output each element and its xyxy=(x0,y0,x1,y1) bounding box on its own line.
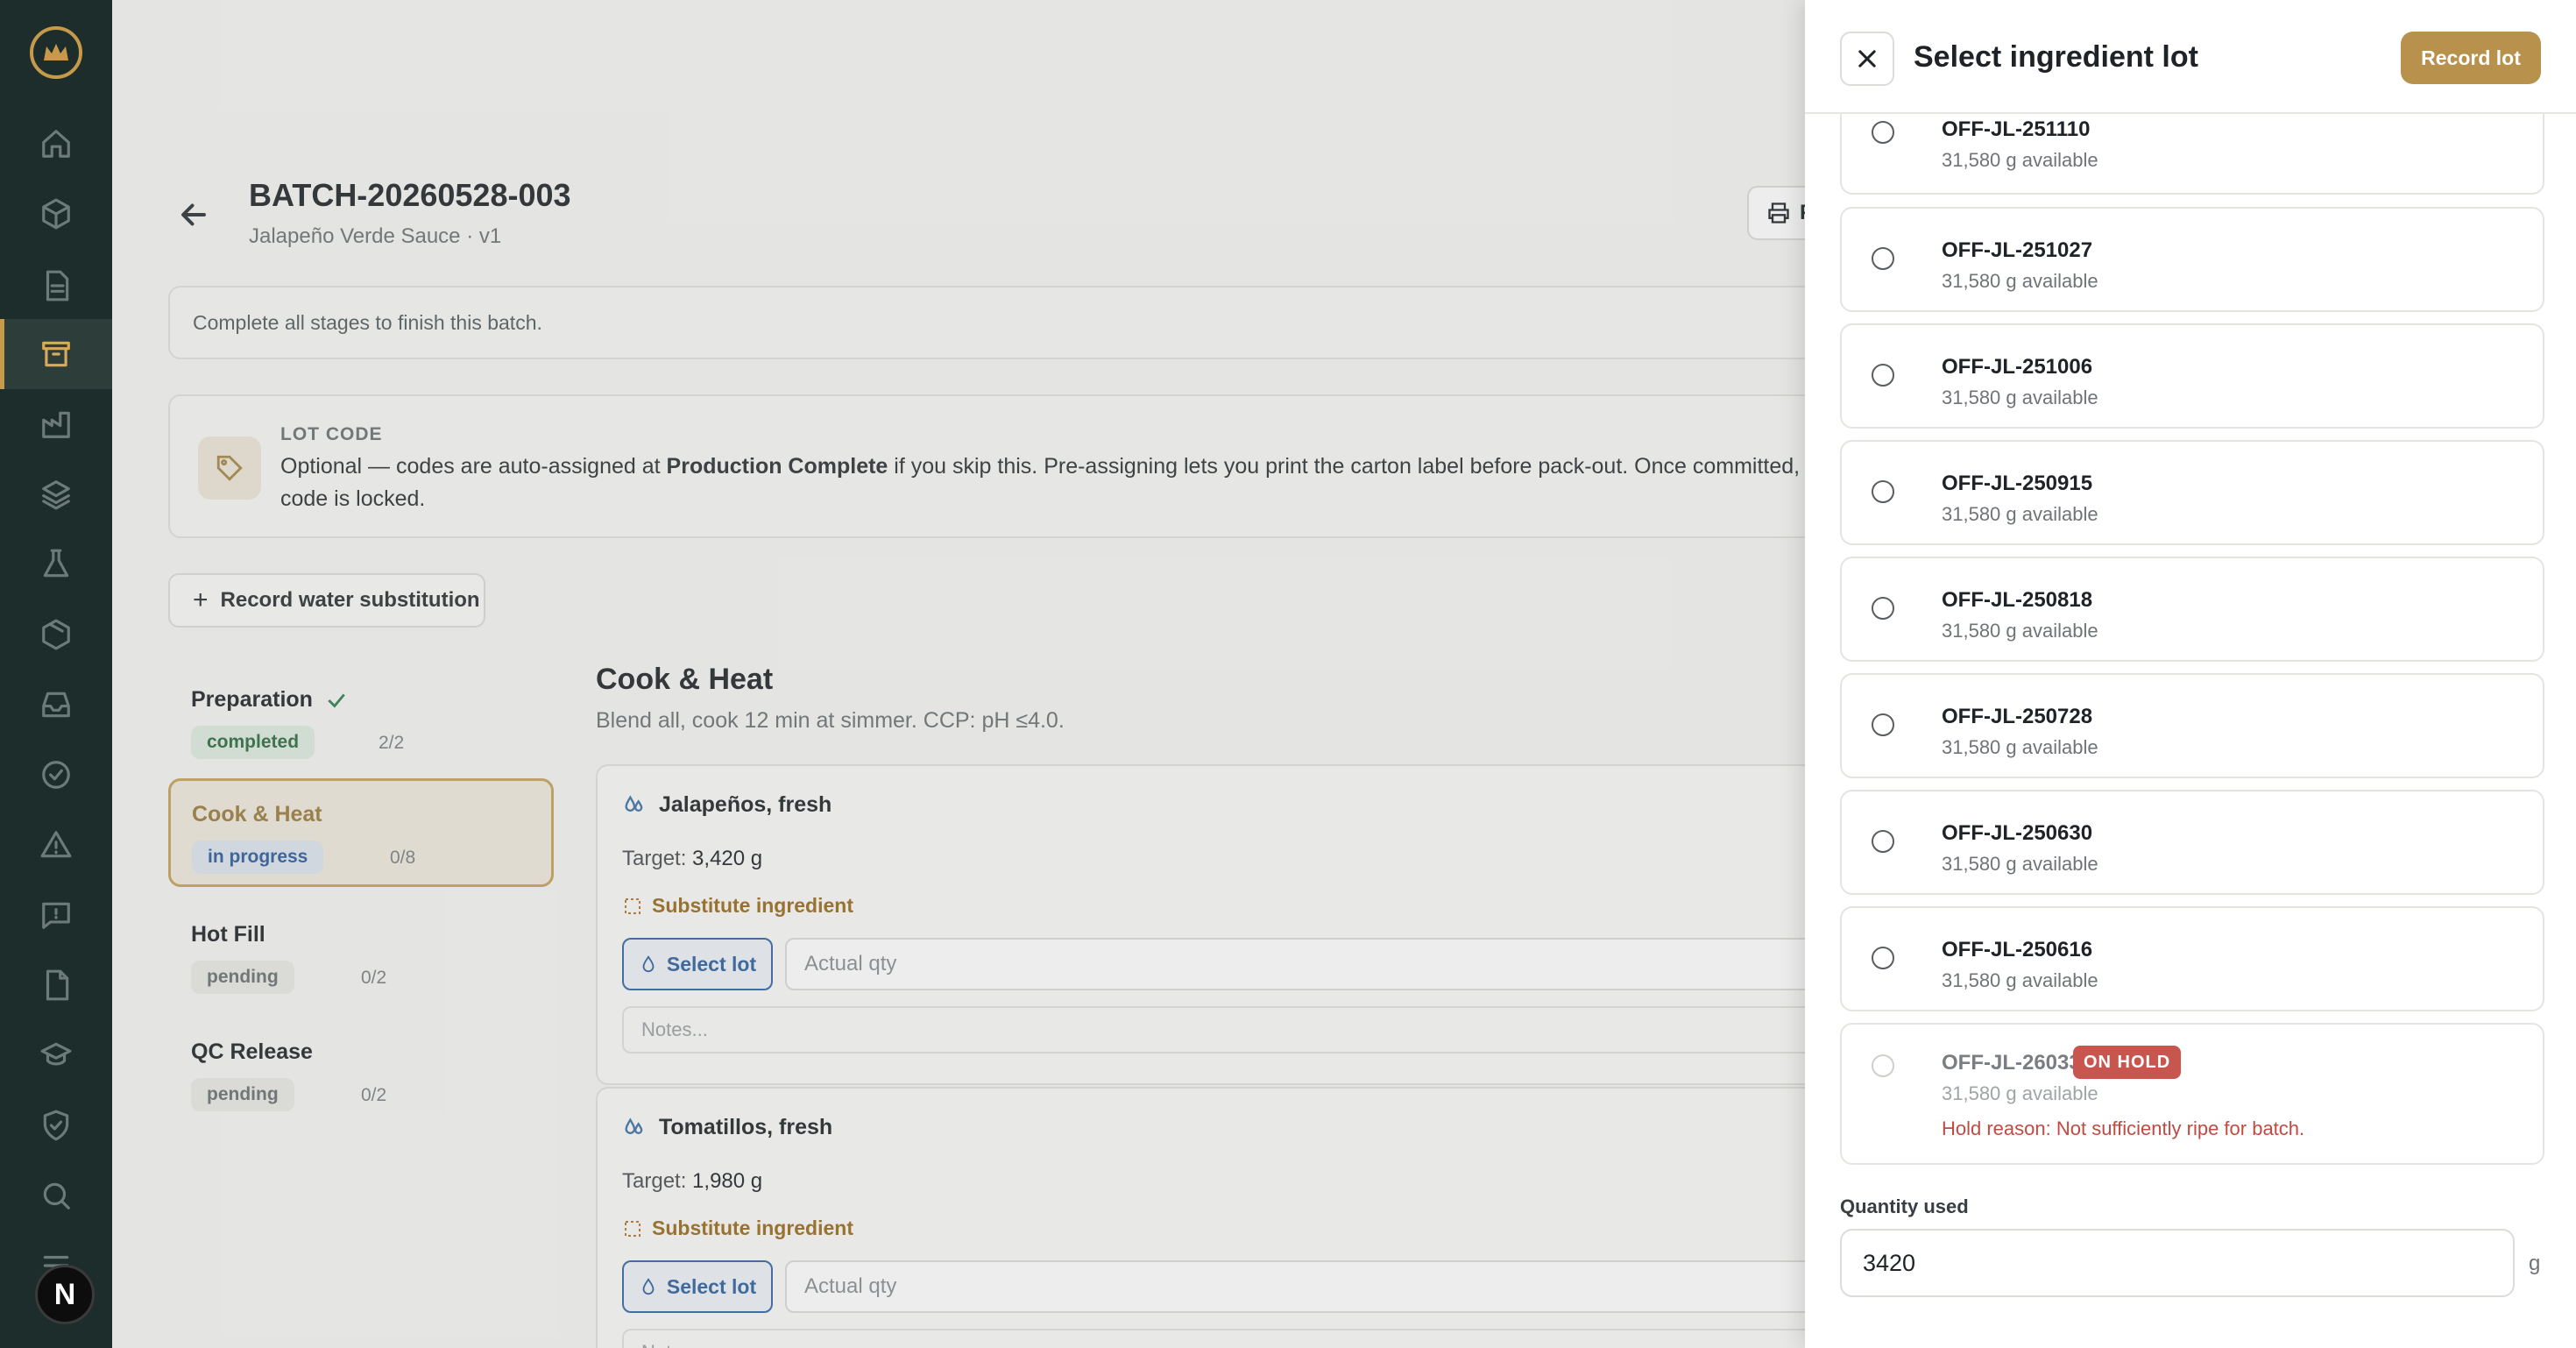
lot-option[interactable]: OFF-JL-250728 31,580 g available xyxy=(1840,673,2544,778)
message-alert-icon[interactable] xyxy=(0,880,112,950)
lot-availability: 31,580 g available xyxy=(1942,736,2098,758)
select-lot-drawer: Select ingredient lot Record lot OFF-JL-… xyxy=(1805,0,2576,1348)
package-icon[interactable] xyxy=(0,600,112,670)
quantity-used-label: Quantity used xyxy=(1840,1195,1969,1217)
lot-id: OFF-JL-260330 xyxy=(1942,1051,2093,1075)
radio-button[interactable] xyxy=(1872,597,1894,620)
radio-button[interactable] xyxy=(1872,364,1894,387)
lot-availability: 31,580 g available xyxy=(1942,969,2098,991)
check-circle-icon[interactable] xyxy=(0,740,112,810)
lot-option[interactable]: OFF-JL-251006 31,580 g available xyxy=(1840,323,2544,429)
radio-button[interactable] xyxy=(1872,947,1894,969)
lot-availability: 31,580 g available xyxy=(1942,387,2098,408)
lot-option-on-hold: OFF-JL-260330 ON HOLD 31,580 g available… xyxy=(1840,1023,2544,1165)
radio-button[interactable] xyxy=(1872,247,1894,270)
lot-availability: 31,580 g available xyxy=(1942,853,2098,875)
shield-check-icon[interactable] xyxy=(0,1090,112,1160)
lot-id: OFF-JL-251027 xyxy=(1942,238,2093,262)
alert-triangle-icon[interactable] xyxy=(0,810,112,880)
record-lot-button[interactable]: Record lot xyxy=(2401,32,2541,84)
layers-icon[interactable] xyxy=(0,459,112,529)
lot-availability: 31,580 g available xyxy=(1942,1082,2098,1104)
lot-option[interactable]: OFF-JL-250616 31,580 g available xyxy=(1840,906,2544,1011)
lot-availability: 31,580 g available xyxy=(1942,149,2098,171)
documents-icon[interactable] xyxy=(0,251,112,321)
lot-id: OFF-JL-251110 xyxy=(1942,117,2091,141)
lot-option[interactable]: OFF-JL-251027 31,580 g available xyxy=(1840,207,2544,312)
inbox-icon[interactable] xyxy=(0,670,112,740)
quantity-unit: g xyxy=(2529,1252,2541,1275)
products-cube-icon[interactable] xyxy=(0,179,112,249)
factory-icon[interactable] xyxy=(0,389,112,459)
drawer-title: Select ingredient lot xyxy=(1914,40,2198,74)
nav-sidebar: N xyxy=(0,0,112,1348)
home-icon[interactable] xyxy=(0,109,112,179)
on-hold-badge: ON HOLD xyxy=(2073,1046,2182,1079)
lot-id: OFF-JL-250616 xyxy=(1942,938,2093,961)
batches-archive-icon[interactable] xyxy=(0,319,112,389)
radio-button[interactable] xyxy=(1872,830,1894,853)
lot-availability: 31,580 g available xyxy=(1942,270,2098,292)
close-icon[interactable] xyxy=(1840,32,1894,86)
hold-reason: Hold reason: Not sufficiently ripe for b… xyxy=(1942,1117,2305,1139)
radio-button[interactable] xyxy=(1872,121,1894,144)
radio-button-disabled xyxy=(1872,1054,1894,1077)
lot-option[interactable]: OFF-JL-250630 31,580 g available xyxy=(1840,790,2544,895)
radio-button[interactable] xyxy=(1872,713,1894,736)
lot-id: OFF-JL-250728 xyxy=(1942,705,2093,728)
modal-backdrop[interactable] xyxy=(112,0,1805,1348)
lot-id: OFF-JL-250818 xyxy=(1942,588,2093,612)
lot-option[interactable]: OFF-JL-250915 31,580 g available xyxy=(1840,440,2544,545)
lot-option[interactable]: OFF-JL-250818 31,580 g available xyxy=(1840,557,2544,662)
user-avatar[interactable]: N xyxy=(35,1265,95,1324)
lot-id: OFF-JL-250915 xyxy=(1942,472,2093,495)
lot-id: OFF-JL-250630 xyxy=(1942,821,2093,845)
quantity-used-input[interactable] xyxy=(1840,1229,2515,1297)
drawer-header: Select ingredient lot Record lot xyxy=(1805,0,2576,114)
file-icon[interactable] xyxy=(0,950,112,1020)
lab-flask-icon[interactable] xyxy=(0,529,112,600)
brand-logo-icon[interactable] xyxy=(30,26,82,79)
radio-button[interactable] xyxy=(1872,480,1894,503)
lot-availability: 31,580 g available xyxy=(1942,503,2098,525)
lot-availability: 31,580 g available xyxy=(1942,620,2098,642)
training-cap-icon[interactable] xyxy=(0,1020,112,1090)
lot-id: OFF-JL-251006 xyxy=(1942,355,2093,379)
search-icon[interactable] xyxy=(0,1160,112,1231)
